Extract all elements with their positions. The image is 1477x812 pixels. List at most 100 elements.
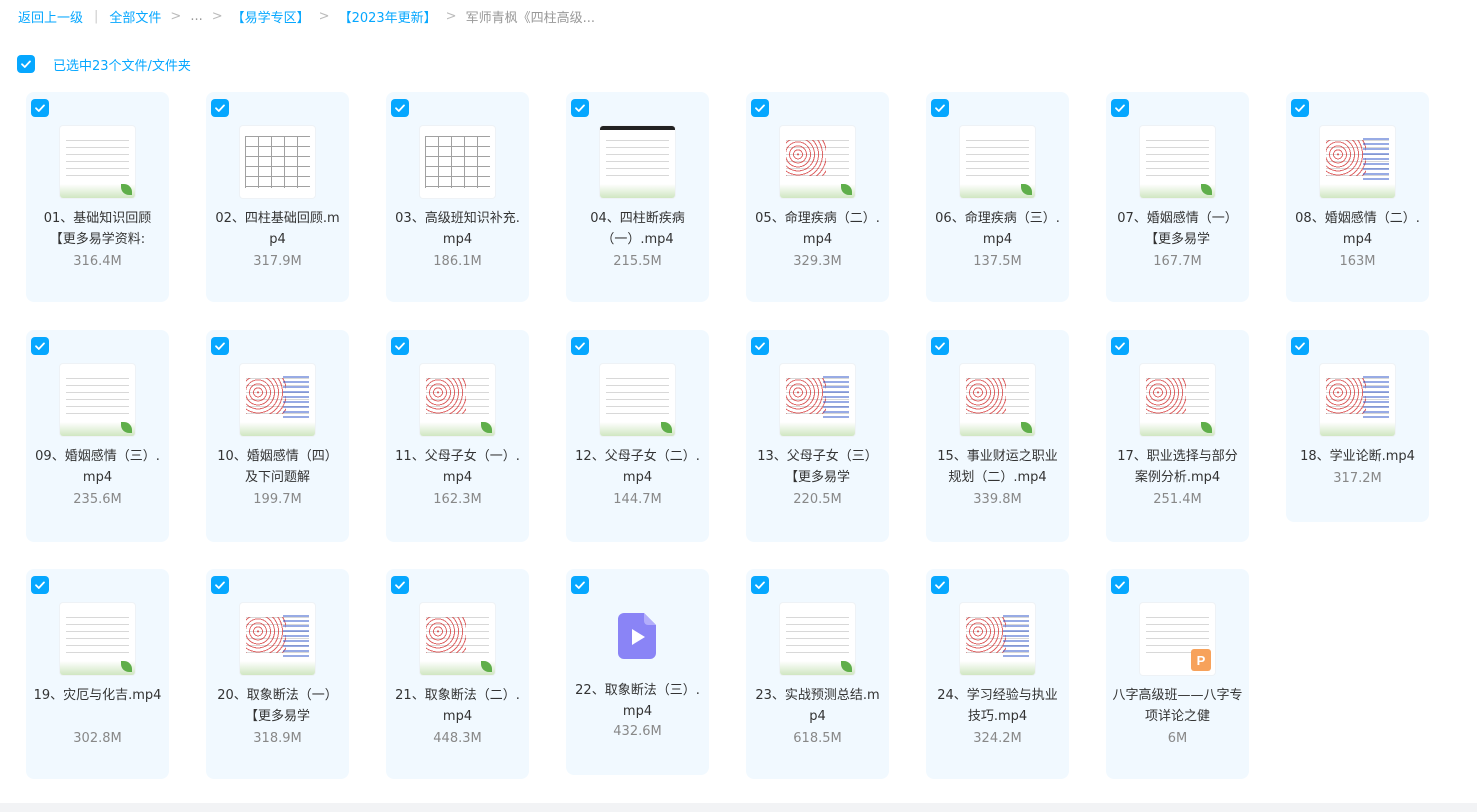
- file-name[interactable]: 06、命理疾病（三）.mp4: [932, 208, 1063, 250]
- file-thumbnail: [780, 364, 855, 436]
- file-card[interactable]: 17、职业选择与部分案例分析.mp4 251.4M: [1106, 330, 1249, 542]
- file-card[interactable]: 05、命理疾病（二）.mp4 329.3M: [746, 92, 889, 302]
- file-thumbnail: [1320, 126, 1395, 198]
- file-checkbox[interactable]: [931, 99, 949, 117]
- file-checkbox[interactable]: [1291, 99, 1309, 117]
- check-icon: [35, 342, 45, 350]
- file-card[interactable]: 19、灾厄与化吉.mp4 302.8M: [26, 569, 169, 779]
- file-checkbox[interactable]: [1111, 576, 1129, 594]
- file-size: 215.5M: [613, 254, 662, 269]
- file-size: 235.6M: [73, 492, 122, 507]
- file-card[interactable]: P 八字高级班——八字专项详论之健 6M: [1106, 569, 1249, 779]
- file-name[interactable]: 15、事业财运之职业规划（二）.mp4: [932, 446, 1063, 488]
- file-name[interactable]: 01、基础知识回顾【更多易学资料:: [32, 208, 163, 250]
- file-name[interactable]: 19、灾厄与化吉.mp4: [32, 685, 163, 727]
- file-name[interactable]: 22、取象断法（三）.mp4: [572, 680, 703, 722]
- file-checkbox[interactable]: [211, 576, 229, 594]
- file-size: 329.3M: [793, 254, 842, 269]
- back-link[interactable]: 返回上一级: [18, 7, 83, 26]
- file-size: 163M: [1339, 254, 1376, 269]
- file-checkbox[interactable]: [751, 576, 769, 594]
- file-card[interactable]: 22、取象断法（三）.mp4 432.6M: [566, 569, 709, 775]
- file-name[interactable]: 12、父母子女（二）.mp4: [572, 446, 703, 488]
- file-name[interactable]: 02、四柱基础回顾.mp4: [212, 208, 343, 250]
- file-name[interactable]: 21、取象断法（二）.mp4: [392, 685, 523, 727]
- file-size: 318.9M: [253, 731, 302, 746]
- file-card[interactable]: 03、高级班知识补充.mp4 186.1M: [386, 92, 529, 302]
- file-thumbnail: [420, 603, 495, 675]
- file-name[interactable]: 13、父母子女（三）【更多易学: [752, 446, 883, 488]
- file-name[interactable]: 05、命理疾病（二）.mp4: [752, 208, 883, 250]
- select-all-checkbox[interactable]: [17, 55, 35, 73]
- file-checkbox[interactable]: [571, 99, 589, 117]
- breadcrumb-separator: >: [445, 8, 457, 24]
- file-checkbox[interactable]: [571, 337, 589, 355]
- file-card[interactable]: 01、基础知识回顾【更多易学资料: 316.4M: [26, 92, 169, 302]
- breadcrumb: 返回上一级 | 全部文件 > ... > 【易学专区】 > 【2023年更新】 …: [18, 7, 595, 26]
- file-size: 324.2M: [973, 731, 1022, 746]
- file-card[interactable]: 21、取象断法（二）.mp4 448.3M: [386, 569, 529, 779]
- breadcrumb-ellipsis[interactable]: ...: [190, 9, 202, 24]
- file-card[interactable]: 24、学习经验与执业技巧.mp4 324.2M: [926, 569, 1069, 779]
- file-name[interactable]: 04、四柱断疾病（一）.mp4: [572, 208, 703, 250]
- file-name[interactable]: 03、高级班知识补充.mp4: [392, 208, 523, 250]
- file-checkbox[interactable]: [751, 337, 769, 355]
- file-checkbox[interactable]: [1111, 99, 1129, 117]
- file-name[interactable]: 20、取象断法（一）【更多易学: [212, 685, 343, 727]
- breadcrumb-level1[interactable]: 【易学专区】: [232, 7, 310, 26]
- file-name[interactable]: 11、父母子女（一）.mp4: [392, 446, 523, 488]
- file-card[interactable]: 23、实战预测总结.mp4 618.5M: [746, 569, 889, 779]
- file-checkbox[interactable]: [931, 576, 949, 594]
- file-checkbox[interactable]: [751, 99, 769, 117]
- file-size: 199.7M: [253, 492, 302, 507]
- file-checkbox[interactable]: [1291, 337, 1309, 355]
- file-name[interactable]: 17、职业选择与部分案例分析.mp4: [1112, 446, 1243, 488]
- file-checkbox[interactable]: [931, 337, 949, 355]
- file-card[interactable]: 10、婚姻感情（四）及下问题解 199.7M: [206, 330, 349, 542]
- file-card[interactable]: 08、婚姻感情（二）.mp4 163M: [1286, 92, 1429, 302]
- file-name[interactable]: 八字高级班——八字专项详论之健: [1112, 685, 1243, 727]
- check-icon: [215, 581, 225, 589]
- file-name[interactable]: 18、学业论断.mp4: [1292, 446, 1423, 467]
- breadcrumb-separator: >: [211, 8, 223, 24]
- file-checkbox[interactable]: [391, 99, 409, 117]
- file-name[interactable]: 09、婚姻感情（三）.mp4: [32, 446, 163, 488]
- file-card[interactable]: 07、婚姻感情（一）【更多易学 167.7M: [1106, 92, 1249, 302]
- file-thumbnail: [600, 126, 675, 198]
- breadcrumb-level2[interactable]: 【2023年更新】: [339, 7, 437, 26]
- file-checkbox[interactable]: [31, 576, 49, 594]
- file-size: 137.5M: [973, 254, 1022, 269]
- file-thumbnail: [960, 126, 1035, 198]
- file-name[interactable]: 24、学习经验与执业技巧.mp4: [932, 685, 1063, 727]
- file-thumbnail: [960, 364, 1035, 436]
- file-checkbox[interactable]: [31, 99, 49, 117]
- file-card[interactable]: 15、事业财运之职业规划（二）.mp4 339.8M: [926, 330, 1069, 542]
- file-card[interactable]: 12、父母子女（二）.mp4 144.7M: [566, 330, 709, 542]
- file-card[interactable]: 09、婚姻感情（三）.mp4 235.6M: [26, 330, 169, 542]
- file-checkbox[interactable]: [391, 576, 409, 594]
- file-card[interactable]: 13、父母子女（三）【更多易学 220.5M: [746, 330, 889, 542]
- file-name[interactable]: 10、婚姻感情（四）及下问题解: [212, 446, 343, 488]
- check-icon: [755, 104, 765, 112]
- file-size: 144.7M: [613, 492, 662, 507]
- file-thumbnail: [960, 603, 1035, 675]
- file-checkbox[interactable]: [571, 576, 589, 594]
- file-checkbox[interactable]: [391, 337, 409, 355]
- file-checkbox[interactable]: [211, 337, 229, 355]
- file-name[interactable]: 08、婚姻感情（二）.mp4: [1292, 208, 1423, 250]
- file-card[interactable]: 02、四柱基础回顾.mp4 317.9M: [206, 92, 349, 302]
- file-card[interactable]: 18、学业论断.mp4 317.2M: [1286, 330, 1429, 522]
- file-size: 220.5M: [793, 492, 842, 507]
- file-size: 162.3M: [433, 492, 482, 507]
- file-card[interactable]: 06、命理疾病（三）.mp4 137.5M: [926, 92, 1069, 302]
- file-checkbox[interactable]: [211, 99, 229, 117]
- check-icon: [395, 581, 405, 589]
- file-name[interactable]: 07、婚姻感情（一）【更多易学: [1112, 208, 1243, 250]
- breadcrumb-all-files[interactable]: 全部文件: [109, 7, 161, 26]
- file-checkbox[interactable]: [31, 337, 49, 355]
- file-card[interactable]: 04、四柱断疾病（一）.mp4 215.5M: [566, 92, 709, 302]
- file-card[interactable]: 11、父母子女（一）.mp4 162.3M: [386, 330, 529, 542]
- file-name[interactable]: 23、实战预测总结.mp4: [752, 685, 883, 727]
- file-card[interactable]: 20、取象断法（一）【更多易学 318.9M: [206, 569, 349, 779]
- file-checkbox[interactable]: [1111, 337, 1129, 355]
